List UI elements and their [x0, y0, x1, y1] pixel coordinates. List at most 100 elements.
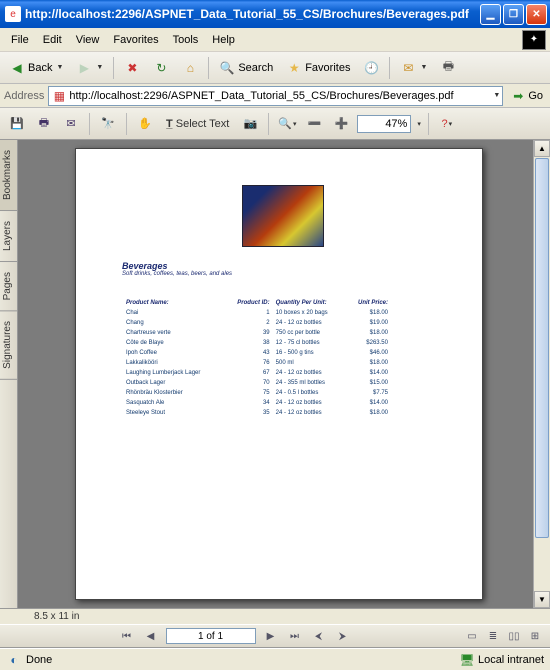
table-row: Côte de Blaye3812 - 75 cl bottles$263.50	[124, 339, 390, 347]
forward-icon: ▶	[76, 60, 92, 76]
scroll-down-button[interactable]: ▼	[534, 591, 550, 608]
continuous-facing-button[interactable]: ⊞	[526, 627, 544, 645]
address-value: http://localhost:2296/ASPNET_Data_Tutori…	[69, 90, 492, 102]
address-dropdown-icon[interactable]: ▼	[493, 92, 500, 99]
history-icon: 🕘	[363, 60, 379, 76]
binoculars-icon: 🔭	[101, 117, 115, 130]
pdf-page: Beverages Soft drinks, coffees, teas, be…	[75, 148, 483, 600]
pdf-zoom-plus-button[interactable]: ➕	[330, 113, 352, 135]
single-page-button[interactable]: ▭	[463, 627, 481, 645]
next-page-button[interactable]: ▶	[262, 627, 280, 645]
status-zone: Local intranet	[478, 654, 544, 666]
doc-subtitle: Soft drinks, coffees, teas, beers, and a…	[122, 271, 436, 277]
restore-button[interactable]: ❐	[503, 4, 524, 25]
print-icon: 🖶	[39, 114, 49, 133]
pdf-email-button[interactable]: ✉	[60, 113, 82, 135]
page-dimensions-bar: 8.5 x 11 in	[0, 608, 550, 624]
col-name: Product Name:	[124, 299, 224, 307]
scroll-thumb[interactable]	[535, 158, 549, 538]
pdf-save-button[interactable]: 💾	[6, 113, 28, 135]
search-icon: 🔍	[219, 60, 235, 76]
close-button[interactable]: ✕	[526, 4, 547, 25]
minimize-button[interactable]: ▁	[480, 4, 501, 25]
table-row: Sasquatch Ale3424 - 12 oz bottles$14.00	[124, 399, 390, 407]
facing-button[interactable]: ▯▯	[505, 627, 523, 645]
window-title: http://localhost:2296/ASPNET_Data_Tutori…	[25, 7, 480, 21]
pdf-hand-tool-button[interactable]: ✋	[134, 113, 156, 135]
last-page-button[interactable]: ⏭	[286, 627, 304, 645]
pdf-zoom-input[interactable]: 47%	[357, 115, 411, 133]
history-button[interactable]: 🕘	[358, 57, 384, 79]
menu-bar: File Edit View Favorites Tools Help ✦	[0, 28, 550, 52]
pdf-zoom-out-button[interactable]: ➖	[303, 113, 325, 135]
camera-icon: 📷	[243, 117, 257, 130]
pdf-print-button[interactable]: 🖶	[33, 113, 55, 135]
content-area: Bookmarks Layers Pages Signatures Bevera…	[0, 140, 550, 608]
stop-button[interactable]: ✖	[119, 57, 145, 79]
search-button[interactable]: 🔍Search	[214, 57, 278, 79]
first-page-button[interactable]: ⏮	[118, 627, 136, 645]
menu-help[interactable]: Help	[205, 32, 242, 48]
col-qty: Quantity Per Unit:	[274, 299, 345, 307]
pdf-find-button[interactable]: 🔭	[97, 113, 119, 135]
page-number-input[interactable]: 1 of 1	[166, 628, 256, 644]
scroll-up-button[interactable]: ▲	[534, 140, 550, 157]
nav-forward-button[interactable]: ⮞	[334, 627, 352, 645]
pdf-navigation-bar: ⏮ ◀ 1 of 1 ▶ ⏭ ⮜ ⮞ ▭ ≣ ▯▯ ⊞	[0, 624, 550, 648]
forward-button[interactable]: ▶▼	[71, 57, 108, 79]
pdf-toolbar: 💾 🖶 ✉ 🔭 ✋ T̲Select Text 📷 🔍▾ ➖ ➕ 47% ▾ ?▾	[0, 108, 550, 140]
table-row: Lakkalikööri76500 ml$18.00	[124, 359, 390, 367]
pdf-select-text-button[interactable]: T̲Select Text	[161, 113, 234, 135]
home-icon: ⌂	[182, 60, 198, 76]
page-dimensions: 8.5 x 11 in	[34, 611, 79, 622]
title-bar: e http://localhost:2296/ASPNET_Data_Tuto…	[0, 0, 550, 28]
nav-back-button[interactable]: ⮜	[310, 627, 328, 645]
address-input[interactable]: ▦ http://localhost:2296/ASPNET_Data_Tuto…	[48, 86, 503, 106]
col-price: Unit Price:	[347, 299, 390, 307]
prev-page-button[interactable]: ◀	[142, 627, 160, 645]
zone-icon: 🖥	[459, 652, 475, 668]
sidetab-bookmarks[interactable]: Bookmarks	[0, 140, 17, 211]
done-icon: ◐	[6, 652, 22, 668]
pdf-viewport[interactable]: Beverages Soft drinks, coffees, teas, be…	[18, 140, 550, 608]
go-icon: ➡	[510, 88, 526, 104]
plus-icon: ➕	[334, 117, 348, 130]
menu-view[interactable]: View	[69, 32, 107, 48]
zoom-dropdown-icon[interactable]: ▾	[417, 120, 421, 128]
refresh-icon: ↻	[153, 60, 169, 76]
sidetab-layers[interactable]: Layers	[0, 211, 17, 262]
mail-button[interactable]: ✉▼	[395, 57, 432, 79]
col-id: Product ID:	[226, 299, 272, 307]
pdf-zoom-in-button[interactable]: 🔍▾	[276, 113, 298, 135]
sidetab-pages[interactable]: Pages	[0, 262, 17, 311]
table-row: Rhönbräu Klosterbier7524 - 0.5 l bottles…	[124, 389, 390, 397]
help-icon: ?	[442, 118, 448, 130]
vertical-scrollbar[interactable]: ▲ ▼	[533, 140, 550, 608]
refresh-button[interactable]: ↻	[148, 57, 174, 79]
table-row: Chang224 - 12 oz bottles$19.00	[124, 319, 390, 327]
sidetab-signatures[interactable]: Signatures	[0, 311, 17, 380]
table-row: Chartreuse verte39750 cc per bottle$18.0…	[124, 329, 390, 337]
favorites-button[interactable]: ★Favorites	[281, 57, 355, 79]
ie-app-icon: e	[5, 6, 21, 22]
print-button[interactable]: 🖶	[435, 57, 461, 79]
hand-icon: ✋	[138, 117, 152, 130]
go-button[interactable]: ➡Go	[507, 87, 546, 105]
zoom-in-icon: 🔍	[278, 117, 292, 130]
status-bar: ◐ Done 🖥 Local intranet	[0, 648, 550, 670]
products-table: Product Name: Product ID: Quantity Per U…	[122, 297, 392, 419]
address-label: Address	[4, 90, 44, 102]
menu-favorites[interactable]: Favorites	[106, 32, 165, 48]
menu-tools[interactable]: Tools	[166, 32, 206, 48]
print-icon: 🖶	[440, 60, 456, 76]
menu-file[interactable]: File	[4, 32, 36, 48]
back-button[interactable]: ◀ Back▼	[4, 57, 68, 79]
continuous-button[interactable]: ≣	[484, 627, 502, 645]
pdf-help-button[interactable]: ?▾	[436, 113, 458, 135]
pdf-snapshot-button[interactable]: 📷	[239, 113, 261, 135]
home-button[interactable]: ⌂	[177, 57, 203, 79]
table-row: Outback Lager7024 - 355 ml bottles$15.00	[124, 379, 390, 387]
pdf-file-icon: ▦	[51, 88, 67, 104]
zoom-out-icon: ➖	[307, 117, 321, 130]
menu-edit[interactable]: Edit	[36, 32, 69, 48]
